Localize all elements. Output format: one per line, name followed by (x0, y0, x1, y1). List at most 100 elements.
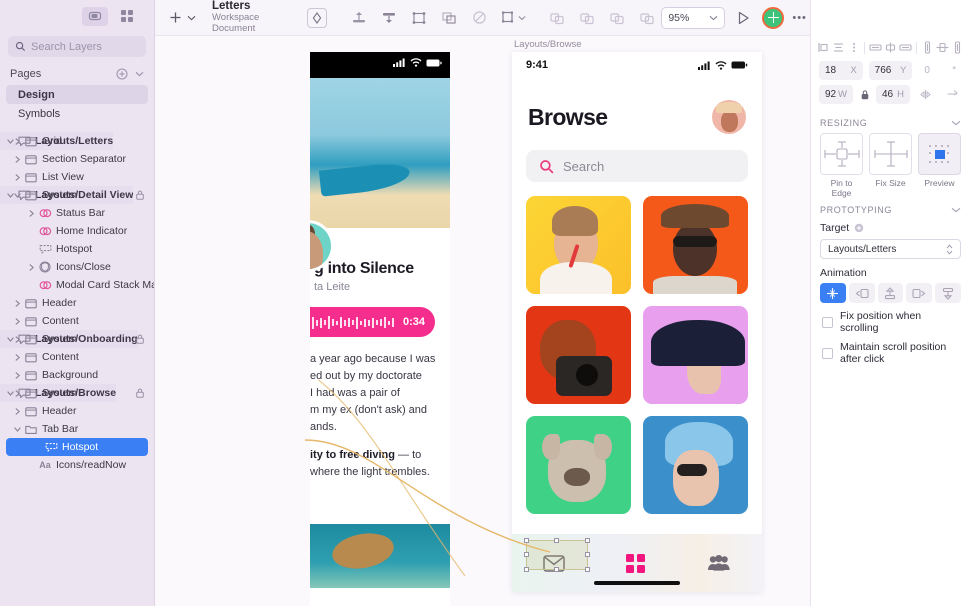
more-options-icon[interactable]: ••• (792, 12, 807, 24)
components-grid-icon[interactable] (114, 7, 140, 26)
search-input[interactable]: Search Layers (8, 36, 146, 57)
page-item-symbols[interactable]: Symbols (0, 104, 154, 123)
disclosure-triangle-icon[interactable] (12, 335, 23, 343)
animation-slide-up-icon[interactable] (877, 283, 904, 303)
vector-tool-icon[interactable] (303, 6, 331, 30)
disclosure-triangle-icon[interactable] (12, 317, 23, 325)
document-title-block[interactable]: Letters Workspace Document (206, 0, 259, 35)
animation-slide-right-icon[interactable] (906, 283, 933, 303)
photo-card[interactable] (643, 416, 748, 514)
layer-row-content[interactable]: Content (0, 312, 154, 330)
add-page-icon[interactable] (116, 68, 128, 80)
prototyping-section-header[interactable]: PROTOTYPING (811, 198, 970, 220)
plus-icon[interactable] (169, 11, 182, 24)
chevron-down-icon[interactable] (187, 15, 196, 21)
add-target-icon[interactable] (854, 223, 864, 233)
layer-row-system[interactable]: System (0, 186, 154, 204)
layer-row-background[interactable]: Background (0, 366, 154, 384)
audio-player[interactable]: 0:34 (310, 307, 435, 337)
artboard-detail-view[interactable]: g into Silence ta Leite 0:34 a year ago … (310, 52, 450, 606)
layers-view-icon[interactable] (82, 6, 108, 26)
user-avatar[interactable] (712, 100, 746, 134)
intersect-icon[interactable] (603, 6, 631, 30)
chevron-down-icon[interactable] (951, 207, 961, 213)
union-icon[interactable] (543, 6, 571, 30)
resize-option-preview[interactable]: Preview (918, 133, 961, 198)
artboard-label-browse[interactable]: Layouts/Browse (514, 39, 582, 50)
maintain-scroll-checkbox-row[interactable]: Maintain scroll position after click (820, 334, 961, 365)
align-h-left-icon[interactable] (868, 40, 882, 55)
lock-aspect-icon[interactable] (859, 89, 870, 100)
distribute-icon[interactable] (375, 6, 403, 30)
disclosure-triangle-icon[interactable] (12, 192, 23, 199)
layer-row-list-view[interactable]: List View (0, 168, 154, 186)
rotate-copy-icon[interactable] (465, 6, 493, 30)
layer-row-header[interactable]: Header (0, 402, 154, 420)
play-button[interactable] (733, 11, 754, 25)
resize-option-pin-to-edge[interactable]: Pin to Edge (820, 133, 863, 198)
align-v-bottom-icon[interactable] (951, 40, 965, 55)
layer-row-icons-readnow[interactable]: Aa Icons/readNow (0, 456, 154, 474)
canvas-area[interactable]: Letters Workspace Document 95% ••• g int… (155, 0, 810, 606)
photo-card[interactable] (526, 306, 631, 404)
disclosure-triangle-icon[interactable] (12, 299, 23, 307)
disclosure-triangle-icon[interactable] (12, 155, 23, 163)
disclosure-triangle-icon[interactable] (26, 209, 37, 217)
disclosure-triangle-icon[interactable] (26, 263, 37, 271)
align-v-top-icon[interactable] (920, 40, 934, 55)
layer-row-home-indicator[interactable]: Home Indicator (0, 222, 154, 240)
avatar[interactable] (762, 6, 785, 29)
disclosure-triangle-icon[interactable] (12, 137, 23, 145)
align-h-right-icon[interactable] (899, 40, 913, 55)
grid-tab-icon[interactable] (626, 553, 646, 573)
target-select[interactable]: Layouts/Letters (820, 239, 961, 259)
zoom-select[interactable]: 95% (661, 6, 726, 29)
disclosure-triangle-icon[interactable] (12, 426, 23, 433)
rotation-field[interactable]: 0 ° (918, 61, 962, 80)
align-left-icon[interactable] (816, 40, 830, 55)
layer-row-grid[interactable]: Grid (0, 132, 154, 150)
photo-card[interactable] (526, 196, 631, 294)
fix-position-checkbox[interactable] (822, 316, 833, 328)
layer-row-modal-card-stack-mask[interactable]: Modal Card Stack Mask (0, 276, 154, 294)
hotspot-selection[interactable] (524, 538, 590, 572)
add-menu[interactable] (155, 11, 206, 24)
align-more-icon[interactable] (847, 40, 861, 55)
insert-icon[interactable] (345, 6, 373, 30)
resize-option-fix-size[interactable]: Fix Size (869, 133, 912, 198)
people-tab-icon[interactable] (707, 555, 731, 571)
lock-icon[interactable] (136, 190, 144, 200)
lock-icon[interactable] (136, 388, 144, 398)
align-h-center-icon[interactable] (883, 40, 897, 55)
layer-row-content[interactable]: Content (0, 348, 154, 366)
photo-card[interactable] (643, 306, 748, 404)
y-field[interactable]: 766 Y (868, 61, 913, 80)
disclosure-triangle-icon[interactable] (12, 371, 23, 379)
lock-icon[interactable] (136, 334, 144, 344)
photo-card[interactable] (643, 196, 748, 294)
chevron-down-icon[interactable] (951, 120, 961, 126)
disclosure-triangle-icon[interactable] (12, 407, 23, 415)
disclosure-triangle-icon[interactable] (12, 353, 23, 361)
align-v-middle-icon[interactable] (935, 40, 949, 55)
layer-row-status-bar[interactable]: Status Bar (0, 204, 154, 222)
search-field[interactable]: Search (526, 150, 748, 182)
flip-horizontal-icon[interactable] (916, 85, 936, 104)
page-item-design[interactable]: Design (6, 85, 148, 104)
fix-position-checkbox-row[interactable]: Fix position when scrolling (820, 303, 961, 334)
layer-row-header[interactable]: Header (0, 294, 154, 312)
layer-row-hotspot[interactable]: Hotspot (6, 438, 148, 456)
animation-none-icon[interactable] (820, 283, 846, 303)
transform-icon[interactable] (495, 6, 531, 30)
scale-icon[interactable] (405, 6, 433, 30)
mask-icon[interactable] (435, 6, 463, 30)
chevron-down-icon[interactable] (135, 71, 144, 77)
layer-row-system[interactable]: System (0, 330, 154, 348)
resizing-section-header[interactable]: RESIZING (811, 111, 970, 133)
animation-slide-down-icon[interactable] (935, 283, 961, 303)
x-field[interactable]: 18 X (819, 61, 863, 80)
layer-row-icons-close[interactable]: Icons/Close (0, 258, 154, 276)
width-field[interactable]: 92 W (819, 85, 853, 104)
artboard-browse[interactable]: 9:41 Browse Search (512, 52, 762, 592)
height-field[interactable]: 46 H (876, 85, 910, 104)
